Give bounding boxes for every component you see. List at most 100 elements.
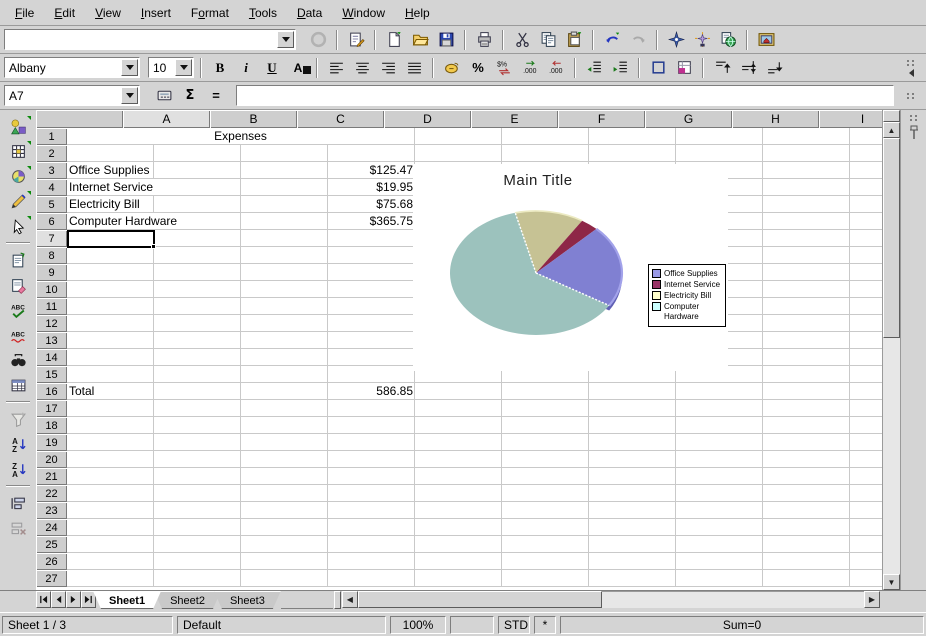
sum-button[interactable]: Σ [178,85,202,107]
name-box-dropdown[interactable] [121,87,138,104]
insert-cells-button[interactable] [4,139,32,163]
open-button[interactable] [408,29,432,51]
cell-d5[interactable]: $75.68 [328,196,413,212]
scroll-left-button[interactable]: ◀ [342,591,358,608]
row-header[interactable]: 17 [36,400,67,417]
align-top-button[interactable] [710,57,734,79]
cell-a4[interactable]: Internet Service [67,179,155,195]
horizontal-scroll-thumb[interactable] [358,591,602,608]
background-color-button[interactable] [672,57,696,79]
row-header[interactable]: 10 [36,281,67,298]
vertical-split-box[interactable] [883,110,900,122]
row-header[interactable]: 18 [36,417,67,434]
hyperlink-button[interactable] [716,29,740,51]
column-header-i[interactable]: I [819,110,882,128]
scroll-down-button[interactable]: ▼ [883,574,900,590]
row-header[interactable]: 13 [36,332,67,349]
group-button[interactable] [4,491,32,515]
gallery-button[interactable] [754,29,778,51]
draw-functions-button[interactable] [4,189,32,213]
themes-button[interactable] [4,273,32,297]
insert-object-button[interactable] [4,164,32,188]
cell-d6[interactable]: $365.75 [328,213,413,229]
menu-data[interactable]: Data [288,3,331,23]
row-header[interactable]: 16 [36,383,67,400]
tab-sheet1[interactable]: Sheet1 [93,591,161,609]
input-line[interactable] [236,85,894,106]
row-header[interactable]: 1 [36,128,67,145]
paste-button[interactable] [562,29,586,51]
cells-area[interactable]: Expenses Office Supplies Internet Servic… [67,128,882,587]
column-header-e[interactable]: E [471,110,558,128]
delete-decimal-button[interactable]: .000 [544,57,568,79]
font-size-combobox[interactable] [148,57,194,78]
bold-button[interactable]: B [208,57,232,79]
row-header[interactable]: 21 [36,468,67,485]
cell-d16-total-value[interactable]: 586.85 [328,383,413,399]
row-header[interactable]: 27 [36,570,67,587]
row-header[interactable]: 24 [36,519,67,536]
status-zoom-level[interactable]: 100% [390,616,446,634]
row-header[interactable]: 25 [36,536,67,553]
previous-sheet-button[interactable] [51,591,66,608]
row-header[interactable]: 4 [36,179,67,196]
row-header[interactable]: 22 [36,485,67,502]
row-header[interactable]: 5 [36,196,67,213]
font-size-dropdown[interactable] [175,59,192,76]
row-header[interactable]: 19 [36,434,67,451]
status-selection-mode[interactable]: STD [498,616,530,634]
spellcheck-button[interactable]: ABC [4,298,32,322]
fill-handle[interactable] [151,244,156,249]
cell-reference-input[interactable] [5,86,121,105]
status-page-style[interactable]: Default [177,616,386,634]
data-sources-button[interactable] [4,373,32,397]
row-header[interactable]: 3 [36,162,67,179]
select-all-corner[interactable] [36,110,123,128]
insert-button[interactable] [4,114,32,138]
align-bottom-button[interactable] [762,57,786,79]
align-center-button[interactable] [350,57,374,79]
font-name-dropdown[interactable] [121,59,138,76]
column-header-g[interactable]: G [645,110,732,128]
borders-button[interactable] [646,57,670,79]
add-decimal-button[interactable]: .000 [518,57,542,79]
column-header-f[interactable]: F [558,110,645,128]
function-button[interactable]: = [204,85,228,107]
tab-sheet3[interactable]: Sheet3 [214,591,281,609]
autoformat-button[interactable] [4,248,32,272]
column-header-c[interactable]: C [297,110,384,128]
row-header[interactable]: 11 [36,298,67,315]
align-right-button[interactable] [376,57,400,79]
scroll-right-button[interactable]: ▶ [864,591,880,608]
cell-a1-expenses-title[interactable]: Expenses [67,128,414,144]
print-button[interactable] [472,29,496,51]
find-replace-button[interactable] [4,348,32,372]
name-box[interactable] [4,85,140,106]
underline-button[interactable]: U [260,57,284,79]
row-header[interactable]: 12 [36,315,67,332]
formula-bar-grip[interactable] [900,92,922,100]
cell-cursor-a7[interactable] [67,230,155,248]
row-header[interactable]: 8 [36,247,67,264]
form-functions-button[interactable] [4,214,32,238]
row-header[interactable]: 9 [36,264,67,281]
pin-icon[interactable] [909,125,919,141]
align-justify-button[interactable] [402,57,426,79]
currency-format-button[interactable] [440,57,464,79]
toolbar-overflow[interactable] [900,59,922,77]
edit-file-button[interactable] [344,29,368,51]
menu-help[interactable]: Help [396,3,439,23]
menu-window[interactable]: Window [333,3,394,23]
decrease-indent-button[interactable] [582,57,606,79]
menu-view[interactable]: View [86,3,130,23]
row-header[interactable]: 20 [36,451,67,468]
font-name-input[interactable] [5,58,121,77]
menu-insert[interactable]: Insert [132,3,180,23]
vertical-scroll-thumb[interactable] [883,138,900,338]
scroll-up-button[interactable]: ▲ [883,122,900,138]
tab-sheet2[interactable]: Sheet2 [154,591,221,609]
vertical-scroll-track[interactable] [883,338,900,574]
row-header[interactable]: 2 [36,145,67,162]
row-header[interactable]: 6 [36,213,67,230]
font-color-button[interactable]: A [286,57,310,79]
